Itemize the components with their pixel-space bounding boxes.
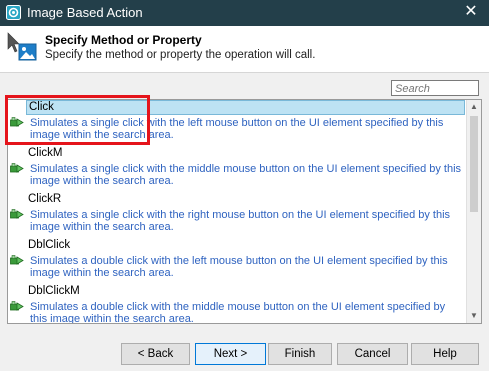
method-item[interactable]: DblClick Simulates a double click with th… <box>8 238 481 284</box>
method-icon <box>10 163 24 173</box>
method-name: DblClickM <box>28 285 80 297</box>
method-icon <box>10 209 24 219</box>
method-description: Simulates a single click with the left m… <box>30 117 444 141</box>
header-title: Specify Method or Property <box>45 33 202 47</box>
cancel-button[interactable]: Cancel <box>337 343 408 365</box>
wizard-header: Specify Method or Property Specify the m… <box>0 26 489 72</box>
close-button[interactable]: ✕ <box>463 3 479 21</box>
method-icon <box>10 301 24 311</box>
method-icon <box>10 255 24 265</box>
method-description: Simulates a double click with the left m… <box>30 255 448 279</box>
method-description: Simulates a double click with the middle… <box>30 301 446 324</box>
method-name: ClickR <box>28 193 62 205</box>
next-button[interactable]: Next > <box>195 343 266 365</box>
method-name: Click <box>26 100 465 115</box>
finish-button[interactable]: Finish <box>268 343 332 365</box>
method-description: Simulates a single click with the middle… <box>30 163 462 187</box>
scroll-up-arrow-icon[interactable]: ▲ <box>467 100 481 114</box>
method-item[interactable]: ClickM Simulates a single click with the … <box>8 146 481 192</box>
method-item[interactable]: ClickR Simulates a single click with the … <box>8 192 481 238</box>
content-area: Click Simulates a single click with the l… <box>0 72 489 371</box>
method-item[interactable]: DblClickM Simulates a double click with t… <box>8 284 481 324</box>
vertical-scrollbar[interactable]: ▲ ▼ <box>466 100 481 323</box>
method-icon <box>10 117 24 127</box>
window-title: Image Based Action <box>27 5 143 20</box>
method-list-items: Click Simulates a single click with the l… <box>8 100 481 324</box>
app-icon <box>6 5 21 20</box>
scroll-thumb[interactable] <box>470 116 478 212</box>
image-action-icon <box>7 32 37 61</box>
back-button[interactable]: < Back <box>121 343 190 365</box>
search-input[interactable] <box>392 82 478 96</box>
method-name: DblClick <box>28 239 71 251</box>
method-list[interactable]: Click Simulates a single click with the l… <box>7 99 482 324</box>
method-name: ClickM <box>28 147 63 159</box>
method-item[interactable]: Click Simulates a single click with the l… <box>8 100 481 146</box>
search-box[interactable] <box>391 80 479 96</box>
scroll-down-arrow-icon[interactable]: ▼ <box>467 309 481 323</box>
title-bar: Image Based Action ✕ <box>0 0 489 26</box>
header-description: Specify the method or property the opera… <box>45 49 316 61</box>
help-button[interactable]: Help <box>411 343 479 365</box>
method-description: Simulates a single click with the right … <box>30 209 451 233</box>
